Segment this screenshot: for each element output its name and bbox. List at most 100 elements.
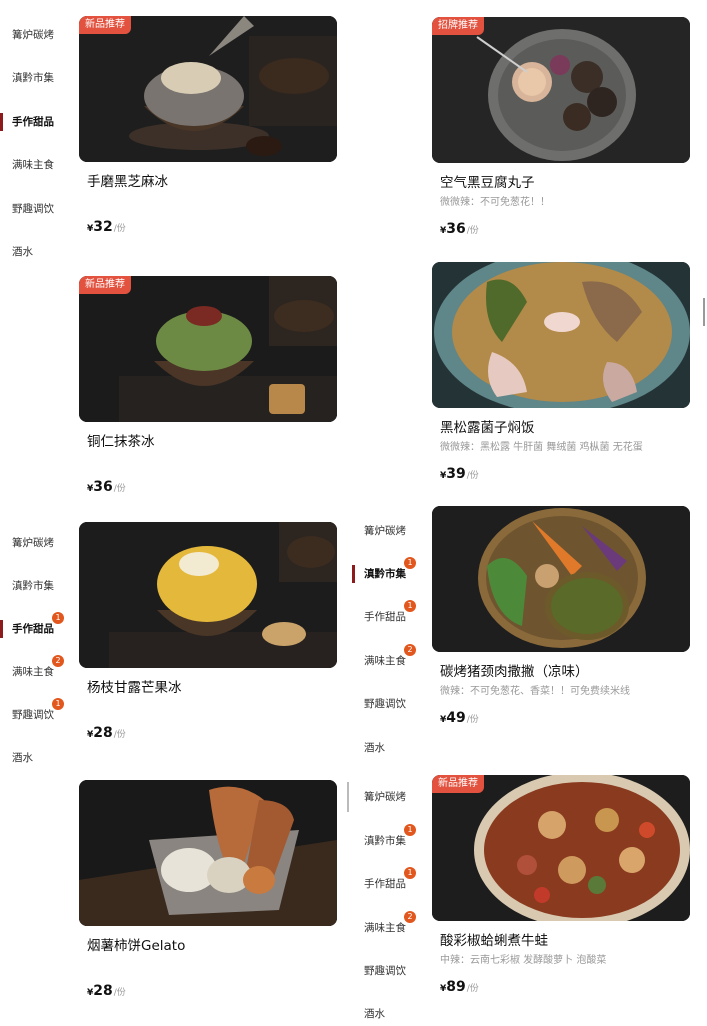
scrollbar[interactable] — [703, 298, 705, 326]
dish-price: ¥36/份 — [87, 479, 126, 495]
dish-price: ¥28/份 — [87, 983, 126, 999]
sidebar-item-label: 篝炉碳烤 — [12, 29, 54, 41]
sidebar-item-label: 酒水 — [364, 742, 385, 754]
sidebar-item-market[interactable]: 滇黔市集 — [0, 67, 70, 89]
signature-tag: 招牌推荐 — [432, 17, 484, 35]
count-badge: 1 — [404, 824, 416, 836]
sidebar-item-drinks[interactable]: 野趣调饮 — [352, 693, 422, 715]
sidebar-item-label: 野趣调饮 — [364, 965, 406, 977]
sidebar-item-label: 手作甜品 — [12, 623, 54, 635]
count-badge: 2 — [52, 655, 64, 667]
sidebar-item-dessert[interactable]: 手作甜品 1 — [352, 600, 422, 628]
sidebar-item-label: 满味主食 — [364, 655, 406, 667]
dish-card[interactable]: 新品推荐 手磨黑芝麻冰 ¥32/份 — [79, 16, 337, 246]
pork-neck-sapie-image — [432, 506, 690, 652]
sidebar-item-drinks[interactable]: 野趣调饮 1 — [0, 698, 70, 726]
dish-card[interactable]: 黑松露菌子焖饭 微微辣：黑松露 牛肝菌 舞绒菌 鸡枞菌 无花蛋 ¥39/份 — [432, 262, 690, 492]
sidebar-item-label: 手作甜品 — [364, 611, 406, 623]
sidebar-item-market[interactable]: 滇黔市集 1 — [352, 824, 422, 852]
sidebar-item-label: 酒水 — [12, 752, 33, 764]
dish-name: 铜仁抹茶冰 — [87, 434, 155, 450]
dish-card[interactable]: 烟薯柿饼Gelato ¥28/份 — [79, 780, 337, 1010]
sidebar-item-grill[interactable]: 篝炉碳烤 — [352, 520, 422, 542]
sidebar-item-label: 滇黔市集 — [364, 835, 406, 847]
bullfrog-clam-image: 新品推荐 — [432, 775, 690, 921]
dish-price: ¥36/份 — [440, 221, 479, 237]
dish-card[interactable]: 新品推荐 铜仁抹茶冰 ¥36/份 — [79, 276, 337, 506]
count-badge: 1 — [404, 557, 416, 569]
sidebar-item-wine[interactable]: 酒水 — [0, 241, 70, 263]
dish-description: 中辣：云南七彩椒 发酵酸萝卜 泡酸菜 — [440, 955, 607, 966]
dish-name: 空气黑豆腐丸子 — [440, 175, 535, 191]
mango-ice-image — [79, 522, 337, 668]
dish-description: 微辣：不可免葱花、香菜！！可免费续米线 — [440, 686, 630, 697]
dish-price: ¥89/份 — [440, 979, 479, 995]
dish-price: ¥32/份 — [87, 219, 126, 235]
sidebar-item-market[interactable]: 滇黔市集 — [0, 575, 70, 597]
sweet-potato-gelato-image — [79, 780, 337, 926]
black-tofu-balls-image: 招牌推荐 — [432, 17, 690, 163]
dish-card[interactable]: 碳烤猪颈肉撒撇（凉味） 微辣：不可免葱花、香菜！！可免费续米线 ¥49/份 — [432, 506, 690, 736]
sidebar-item-wine[interactable]: 酒水 — [352, 737, 422, 759]
dish-card[interactable]: 杨枝甘露芒果冰 ¥28/份 — [79, 522, 337, 752]
sidebar-item-staple[interactable]: 满味主食 2 — [352, 911, 422, 939]
dish-name: 杨枝甘露芒果冰 — [87, 680, 182, 696]
dish-card[interactable]: 招牌推荐 空气黑豆腐丸子 微微辣：不可免葱花！！ ¥36/份 — [432, 17, 690, 247]
truffle-rice-image — [432, 262, 690, 408]
matcha-ice-image: 新品推荐 — [79, 276, 337, 422]
sidebar-item-label: 手作甜品 — [12, 116, 54, 128]
dish-description: 微微辣：不可免葱花！！ — [440, 197, 550, 208]
sidebar-item-wine[interactable]: 酒水 — [0, 747, 70, 769]
sidebar-item-drinks[interactable]: 野趣调饮 — [0, 198, 70, 220]
sidebar-item-dessert[interactable]: 手作甜品 1 — [352, 867, 422, 895]
sidebar-item-label: 手作甜品 — [364, 878, 406, 890]
black-sesame-ice-image: 新品推荐 — [79, 16, 337, 162]
count-badge: 1 — [404, 600, 416, 612]
dish-name: 酸彩椒蛤蜊煮牛蛙 — [440, 933, 548, 949]
count-badge: 2 — [404, 644, 416, 656]
count-badge: 1 — [52, 612, 64, 624]
sidebar-item-dessert[interactable]: 手作甜品 — [0, 111, 70, 133]
sidebar-item-label: 篝炉碳烤 — [364, 525, 406, 537]
count-badge: 1 — [404, 867, 416, 879]
sidebar-item-staple[interactable]: 满味主食 2 — [0, 655, 70, 683]
count-badge: 1 — [52, 698, 64, 710]
sidebar-item-grill[interactable]: 篝炉碳烤 — [352, 786, 422, 808]
new-tag: 新品推荐 — [432, 775, 484, 793]
dish-price: ¥49/份 — [440, 710, 479, 726]
dish-card[interactable]: 新品推荐 酸彩椒蛤蜊煮牛蛙 中辣：云南七彩椒 发酵酸萝卜 泡酸菜 ¥89/份 — [432, 775, 690, 1005]
category-sidebar-top: 篝炉碳烤 滇黔市集 手作甜品 满味主食 野趣调饮 酒水 — [0, 24, 70, 264]
sidebar-item-label: 篝炉碳烤 — [364, 791, 406, 803]
new-tag: 新品推荐 — [79, 276, 131, 294]
sidebar-item-label: 野趣调饮 — [364, 698, 406, 710]
sidebar-item-staple[interactable]: 满味主食 2 — [352, 644, 422, 672]
sidebar-item-dessert[interactable]: 手作甜品 1 — [0, 612, 70, 640]
sidebar-item-wine[interactable]: 酒水 — [352, 1003, 422, 1025]
sidebar-item-label: 满味主食 — [364, 922, 406, 934]
dish-name: 黑松露菌子焖饭 — [440, 420, 535, 436]
sidebar-item-market[interactable]: 滇黔市集 1 — [352, 557, 422, 585]
dish-price: ¥39/份 — [440, 466, 479, 482]
sidebar-item-label: 酒水 — [364, 1008, 385, 1020]
category-sidebar-middle: 篝炉碳烤 滇黔市集 手作甜品 1 满味主食 2 野趣调饮 1 酒水 — [0, 532, 70, 772]
sidebar-item-label: 满味主食 — [12, 666, 54, 678]
scroll-indicator — [347, 782, 349, 812]
dish-name: 碳烤猪颈肉撒撇（凉味） — [440, 664, 589, 680]
sidebar-item-label: 野趣调饮 — [12, 709, 54, 721]
sidebar-item-label: 滇黔市集 — [12, 72, 54, 84]
sidebar-item-label: 篝炉碳烤 — [12, 537, 54, 549]
sidebar-item-grill[interactable]: 篝炉碳烤 — [0, 24, 70, 46]
sidebar-item-label: 酒水 — [12, 246, 33, 258]
new-tag: 新品推荐 — [79, 16, 131, 34]
dish-description: 微微辣：黑松露 牛肝菌 舞绒菌 鸡枞菌 无花蛋 — [440, 442, 643, 453]
dish-price: ¥28/份 — [87, 725, 126, 741]
sidebar-item-label: 野趣调饮 — [12, 203, 54, 215]
category-sidebar-right-a: 篝炉碳烤 滇黔市集 1 手作甜品 1 满味主食 2 野趣调饮 酒水 — [352, 520, 422, 760]
sidebar-item-staple[interactable]: 满味主食 — [0, 154, 70, 176]
sidebar-item-label: 满味主食 — [12, 159, 54, 171]
count-badge: 2 — [404, 911, 416, 923]
sidebar-item-drinks[interactable]: 野趣调饮 — [352, 960, 422, 982]
sidebar-item-grill[interactable]: 篝炉碳烤 — [0, 532, 70, 554]
dish-name: 烟薯柿饼Gelato — [87, 938, 186, 954]
sidebar-item-label: 滇黔市集 — [12, 580, 54, 592]
